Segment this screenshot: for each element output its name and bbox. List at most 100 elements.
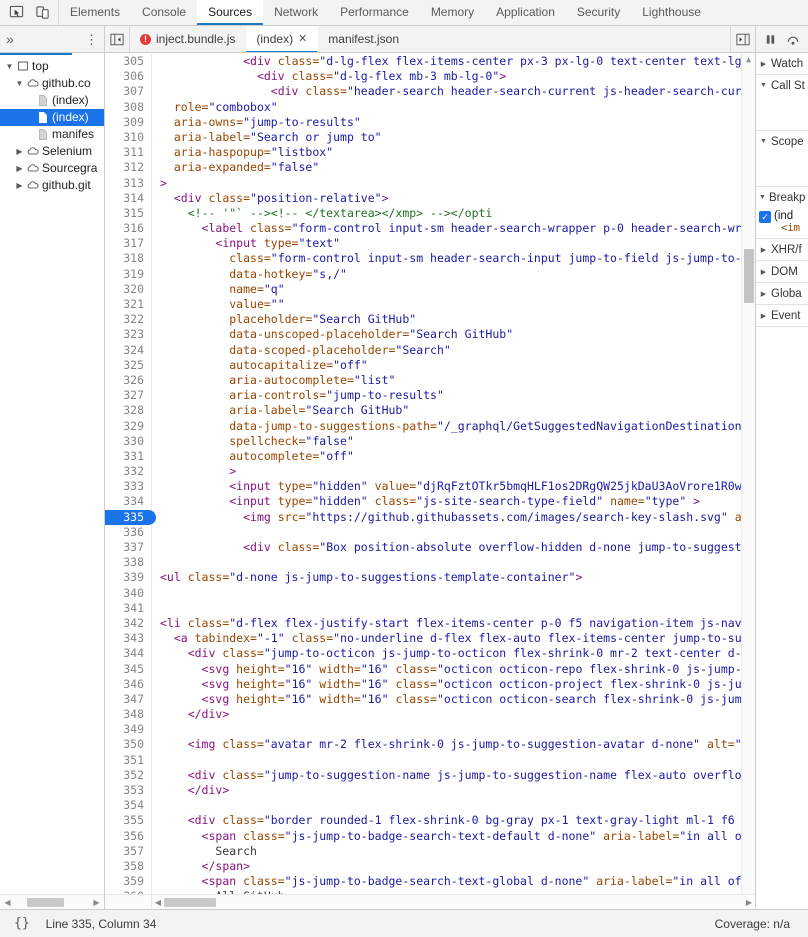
code-line-content[interactable]: <svg height="16" width="16" class="octic…	[152, 662, 741, 677]
debugger-section-header-breakp[interactable]: ▼ Breakp	[756, 187, 808, 208]
coverage-label[interactable]: Coverage: n/a	[715, 917, 800, 931]
code-line-content[interactable]: All GitHub	[152, 889, 741, 894]
line-number[interactable]: 323	[105, 327, 152, 343]
code-line-content[interactable]: >	[152, 464, 741, 479]
tab-memory[interactable]: Memory	[420, 0, 485, 25]
scroll-right-icon[interactable]: ▶	[91, 898, 102, 907]
code-line-content[interactable]: <input type="hidden" class="js-site-sear…	[152, 494, 741, 509]
code-line[interactable]: 352 <div class="jump-to-suggestion-name …	[105, 767, 741, 784]
code-line-content[interactable]: </span>	[152, 859, 741, 874]
line-number[interactable]: 338	[105, 555, 152, 571]
tree-item-selenium[interactable]: ▶ Selenium	[0, 143, 104, 160]
code-line-content[interactable]: <li class="d-flex flex-justify-start fle…	[152, 616, 741, 631]
code-line[interactable]: 334 <input type="hidden" class="js-site-…	[105, 494, 741, 510]
code-line[interactable]: 307 <div class="header-search header-sea…	[105, 84, 741, 100]
debugger-section-header-event[interactable]: ▶ Event	[756, 305, 808, 326]
code-line-content[interactable]: aria-expanded="false"	[152, 160, 741, 175]
code-line[interactable]: 354	[105, 798, 741, 814]
code-line-content[interactable]: <div class="position-relative">	[152, 191, 741, 206]
code-line[interactable]: 323 data-unscoped-placeholder="Search Gi…	[105, 327, 741, 343]
code-line[interactable]: 319 data-hotkey="s,/"	[105, 266, 741, 282]
code-line-content[interactable]: <a tabindex="-1" class="no-underline d-f…	[152, 631, 741, 646]
line-number[interactable]: 307	[105, 84, 152, 100]
code-line[interactable]: 332 >	[105, 464, 741, 480]
chevron-right-icon[interactable]: ▶	[14, 160, 25, 177]
code-hscrollbar[interactable]: ◀ ▶	[105, 894, 755, 909]
code-line[interactable]: 340	[105, 585, 741, 601]
code-line-content[interactable]: <span class="js-jump-to-badge-search-tex…	[152, 829, 741, 844]
code-line[interactable]: 321 value=""	[105, 297, 741, 313]
tab-elements[interactable]: Elements	[59, 0, 131, 25]
code-line[interactable]: 324 data-scoped-placeholder="Search"	[105, 342, 741, 358]
tab-console[interactable]: Console	[131, 0, 197, 25]
code-line[interactable]: 338	[105, 555, 741, 571]
code-vscroll-thumb[interactable]	[744, 249, 754, 303]
code-line-content[interactable]: <input type="text"	[152, 236, 741, 251]
line-number[interactable]: 337	[105, 540, 152, 556]
debugger-section-header-call-st[interactable]: ▼ Call St	[756, 75, 808, 96]
chevron-down-icon[interactable]: ▼	[759, 194, 766, 201]
show-navigator-icon[interactable]	[105, 26, 130, 52]
pause-script-button[interactable]	[762, 30, 779, 48]
code-line-content[interactable]: <img class="avatar mr-2 flex-shrink-0 js…	[152, 737, 741, 752]
code-line[interactable]: 312 aria-expanded="false"	[105, 160, 741, 176]
code-line[interactable]: 345 <svg height="16" width="16" class="o…	[105, 661, 741, 677]
code-line[interactable]: 305 <div class="d-lg-flex flex-items-cen…	[105, 54, 741, 70]
line-number[interactable]: 322	[105, 312, 152, 328]
debugger-section-header-dom[interactable]: ▶ DOM	[756, 261, 808, 282]
debugger-section-header-watch[interactable]: ▶ Watch	[756, 53, 808, 74]
tree-item-github-co[interactable]: ▼ github.co	[0, 75, 104, 92]
tab-network[interactable]: Network	[263, 0, 329, 25]
line-number[interactable]: 352	[105, 767, 152, 784]
code-line-content[interactable]: <div class="d-lg-flex flex-items-center …	[152, 54, 741, 69]
line-number[interactable]: 346	[105, 676, 152, 692]
line-number[interactable]: 330	[105, 433, 152, 449]
inspect-element-icon[interactable]	[4, 2, 28, 24]
code-line-content[interactable]: data-hotkey="s,/"	[152, 267, 741, 282]
code-line-content[interactable]: autocapitalize="off"	[152, 358, 741, 373]
code-line[interactable]: 313 >	[105, 175, 741, 191]
chevron-down-icon[interactable]: ▼	[14, 75, 25, 92]
line-number[interactable]: 308	[105, 99, 152, 115]
code-line-content[interactable]: role="combobox"	[152, 100, 741, 115]
line-number[interactable]: 355	[105, 813, 152, 829]
code-line-content[interactable]: aria-autocomplete="list"	[152, 373, 741, 388]
code-hscroll-track[interactable]	[164, 897, 743, 908]
line-number[interactable]: 356	[105, 828, 152, 844]
code-line-content[interactable]: class="form-control input-sm header-sear…	[152, 251, 741, 266]
code-viewer[interactable]: 305 <div class="d-lg-flex flex-items-cen…	[105, 53, 755, 894]
code-line-content[interactable]: <img src="https://github.githubassets.co…	[152, 510, 741, 525]
line-number[interactable]: 306	[105, 69, 152, 85]
scroll-left-icon[interactable]: ◀	[2, 898, 13, 907]
close-icon[interactable]: ✕	[298, 32, 307, 45]
code-line-content[interactable]: aria-label="Search or jump to"	[152, 130, 741, 145]
code-line[interactable]: 335 <img src="https://github.githubasset…	[105, 509, 741, 526]
code-line[interactable]: 336	[105, 524, 741, 541]
code-line-content[interactable]: <label class="form-control input-sm head…	[152, 221, 741, 236]
line-number[interactable]: 331	[105, 448, 152, 465]
code-line-content[interactable]: <div class="jump-to-suggestion-name js-j…	[152, 768, 741, 783]
code-line-content[interactable]: data-unscoped-placeholder="Search GitHub…	[152, 327, 741, 342]
editor-tab-index[interactable]: (index) ✕	[246, 26, 319, 52]
line-number[interactable]: 360	[105, 889, 152, 894]
code-line[interactable]: 330 spellcheck="false"	[105, 433, 741, 449]
code-hscroll-thumb[interactable]	[164, 897, 217, 907]
navigator-hscrollbar[interactable]: ◀ ▶	[0, 894, 104, 909]
line-number[interactable]: 358	[105, 858, 152, 875]
code-line[interactable]: 318 class="form-control input-sm header-…	[105, 251, 741, 267]
line-number[interactable]: 321	[105, 297, 152, 313]
line-number[interactable]: 342	[105, 615, 152, 632]
code-line-content[interactable]: </div>	[152, 707, 741, 722]
tree-item-manifes[interactable]: manifes	[0, 126, 104, 143]
chevron-right-icon[interactable]: ▶	[759, 312, 768, 320]
code-line[interactable]: 337 <div class="Box position-absolute ov…	[105, 540, 741, 556]
line-number[interactable]: 336	[105, 524, 152, 541]
code-line-content[interactable]: <div class="header-search header-search-…	[152, 84, 741, 99]
line-number[interactable]: 341	[105, 600, 152, 616]
code-line[interactable]: 343 <a tabindex="-1" class="no-underline…	[105, 631, 741, 647]
code-line[interactable]: 331 autocomplete="off"	[105, 448, 741, 465]
code-line-content[interactable]: aria-haspopup="listbox"	[152, 145, 741, 160]
code-line-content[interactable]: aria-controls="jump-to-results"	[152, 388, 741, 403]
code-line[interactable]: 359 <span class="js-jump-to-badge-search…	[105, 874, 741, 890]
code-line[interactable]: 322 placeholder="Search GitHub"	[105, 312, 741, 328]
